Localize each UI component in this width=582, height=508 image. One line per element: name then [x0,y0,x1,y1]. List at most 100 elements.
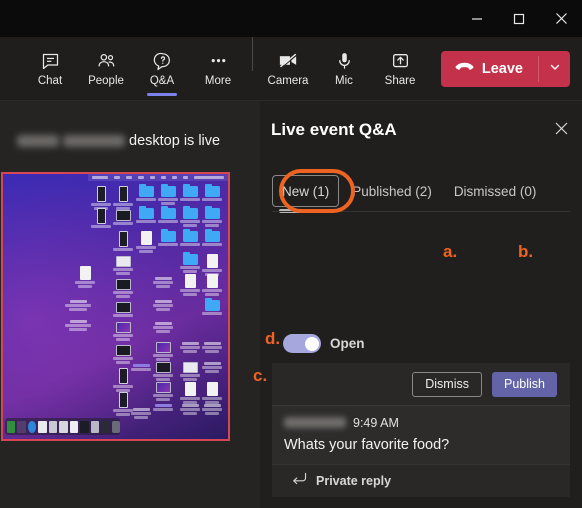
taskbar-trash-icon [111,420,120,433]
toolbar-more-label: More [204,74,232,87]
desktop-icon [65,300,91,311]
title-bar [0,0,582,37]
desktop-icon [202,382,222,404]
desktop-icon [180,205,200,227]
desktop-icon [113,345,133,364]
desktop-icon [113,302,133,317]
desktop-icon [202,274,222,296]
desktop-menubar [88,174,228,181]
open-toggle[interactable] [283,334,321,353]
chat-icon [40,50,61,72]
question-card-actions: Dismiss Publish [272,363,570,405]
desktop-icon [136,205,156,223]
private-reply-label: Private reply [316,474,392,488]
close-panel-button[interactable] [552,122,570,140]
hangup-icon [455,60,474,77]
desktop-icon [202,183,222,201]
desktop-icon [202,404,222,415]
qa-icon [152,50,173,72]
desktop-icon [180,362,200,381]
live-status-label: desktop is live [17,133,249,149]
toolbar-qa-button[interactable]: Q&A [134,37,190,101]
desktop-icon [153,342,173,361]
share-stage: desktop is live [0,101,260,508]
close-button[interactable] [540,0,582,37]
toolbar-chat-label: Chat [37,74,63,87]
leave-button[interactable]: Leave [441,51,538,87]
desktop-icon [113,322,133,341]
desktop-icon [113,210,133,225]
maximize-button[interactable] [498,0,540,37]
annotation-highlight-ring [279,169,355,213]
presenter-name-blurred-last [63,135,125,148]
close-icon [554,121,569,141]
toggle-knob [304,336,319,351]
desktop-icon [91,186,111,210]
taskbar-icon [90,420,100,433]
toolbar-more-button[interactable]: More [190,37,246,101]
reply-arrow-icon [292,472,307,490]
toolbar-divider [252,36,253,71]
private-reply[interactable]: Private reply [272,464,570,497]
more-icon [208,50,229,72]
open-toggle-row: Open [283,334,365,353]
annotation-b: b. [518,242,534,261]
teams-live-event-window: Chat People Q&A More Camera Mic Share Le… [0,0,582,508]
question-author-blurred [284,417,346,428]
taskbar-separator [17,420,26,433]
desktop-icon [180,342,200,353]
desktop-icon [75,266,95,288]
mic-icon [334,50,355,72]
desktop-icon [113,279,133,298]
minimize-button[interactable] [456,0,498,37]
question-timestamp: 9:49 AM [353,415,399,430]
desktop-icon [158,228,178,246]
desktop-icon [113,392,133,416]
leave-options-button[interactable] [539,51,570,87]
desktop-taskbar [3,417,228,435]
toolbar-share-label: Share [384,74,416,87]
taskbar-icons [5,418,120,435]
toolbar-share-button[interactable]: Share [372,37,428,101]
desktop-icon [65,320,91,331]
toolbar-camera-button[interactable]: Camera [260,37,316,101]
toolbar-mic-button[interactable]: Mic [316,37,372,101]
taskbar-icon [80,420,89,433]
desktop-icon [113,256,133,275]
taskbar-icon [38,420,47,433]
desktop-icon [180,251,200,273]
toolbar-qa-label: Q&A [149,74,175,87]
live-status-text: desktop is live [129,133,221,150]
desktop-icon [202,254,222,276]
publish-button[interactable]: Publish [492,371,557,397]
tab-published[interactable]: Published (2) [343,175,441,207]
desktop-icon [180,183,200,201]
taskbar-icon [27,420,37,433]
toolbar-chat-button[interactable]: Chat [22,37,78,101]
annotation-c: c. [253,366,268,385]
desktop-icon [131,364,151,371]
desktop-icon [153,382,173,401]
desktop-icon [153,277,173,288]
question-card: Dismiss Publish 9:49 AM Whats your favor… [272,363,570,497]
leave-button-group: Leave [440,50,570,87]
open-toggle-label: Open [330,336,365,351]
desktop-icon [202,362,222,373]
dismiss-button[interactable]: Dismiss [412,371,482,397]
presenter-name-blurred-first [17,135,59,148]
desktop-icon [113,368,133,392]
tab-dismissed[interactable]: Dismissed (0) [445,175,546,207]
meeting-toolbar: Chat People Q&A More Camera Mic Share Le… [0,36,582,101]
taskbar-icon [69,420,79,433]
toolbar-people-button[interactable]: People [78,37,134,101]
shared-screen-preview[interactable] [1,172,230,441]
desktop-icon [202,228,222,246]
annotation-d: d. [265,329,281,348]
toolbar-left-group: Chat People Q&A More Camera Mic Share [22,36,428,101]
tab-dismissed-label: Dismissed (0) [453,183,537,199]
question-meta: 9:49 AM [284,415,558,430]
annotation-a: a. [443,242,458,261]
toolbar-camera-label: Camera [267,74,309,87]
qa-panel-header: Live event Q&A [260,101,582,159]
desktop-icon [113,186,133,210]
